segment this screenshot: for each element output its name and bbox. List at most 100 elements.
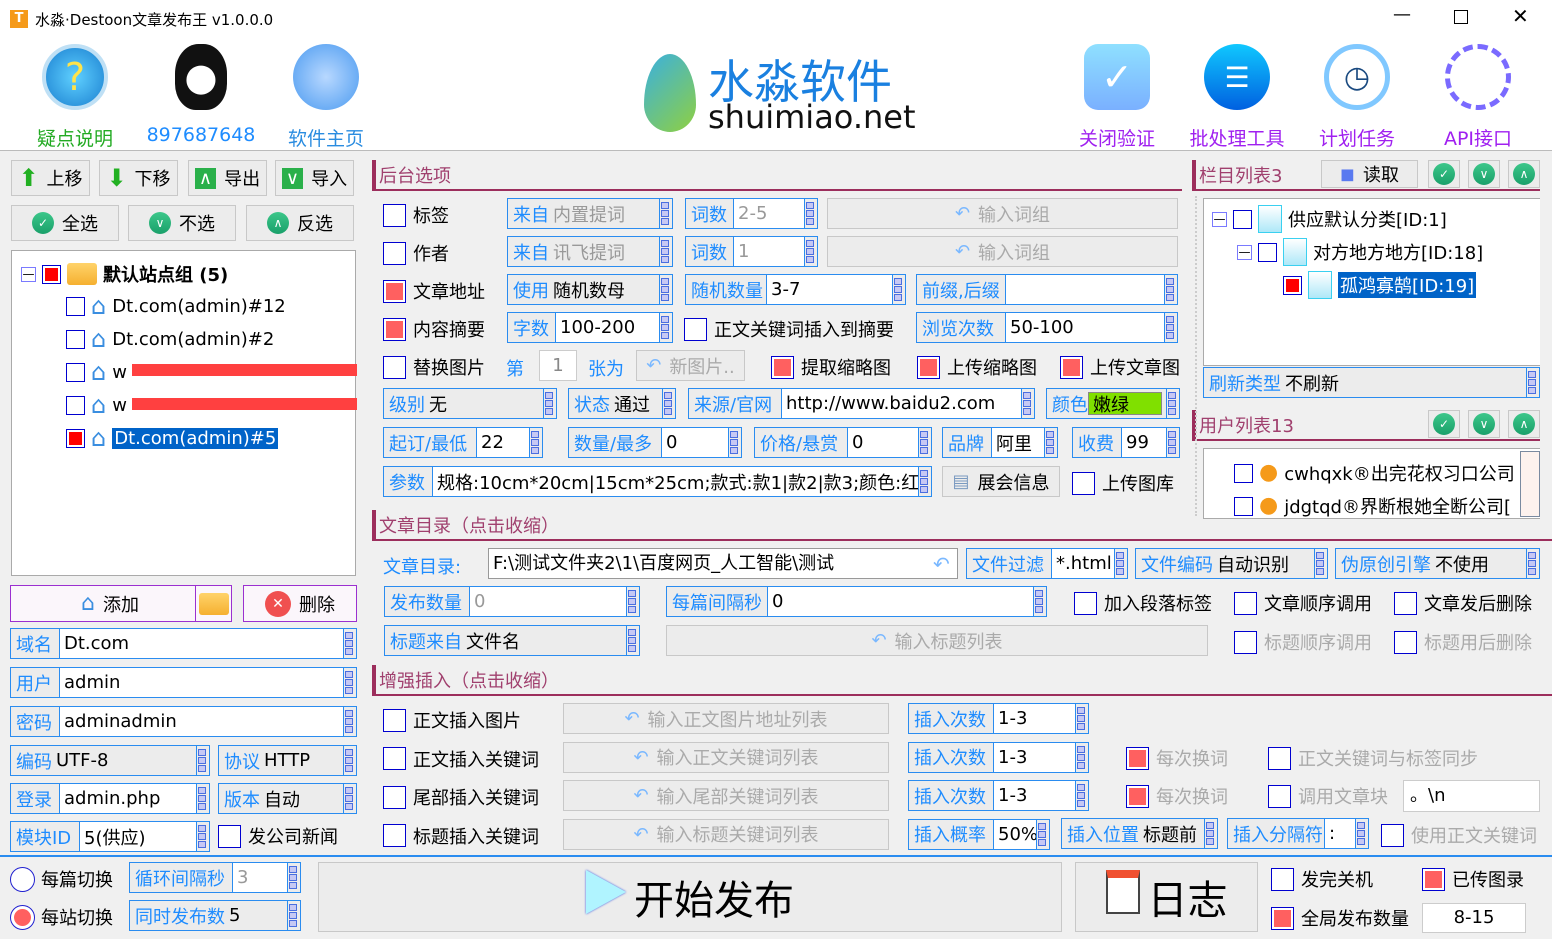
field-value[interactable]: 随机数母 (549, 275, 659, 304)
status-select[interactable]: 状态 通过 (568, 388, 676, 419)
file-filter-field[interactable]: 文件过滤 *.html (966, 548, 1128, 579)
checkbox-box[interactable] (383, 241, 406, 265)
spinner-handle[interactable] (343, 629, 354, 658)
checkbox-box[interactable] (1381, 823, 1404, 847)
publish-count-field[interactable]: 发布数量 0 (384, 586, 640, 617)
checkbox-box[interactable] (1394, 591, 1417, 615)
author-source-select[interactable]: 来自 讯飞提词 (507, 236, 673, 267)
checkbox-box[interactable] (383, 824, 406, 847)
batch-tool-button[interactable]: ☰ 批处理工具 (1182, 44, 1292, 151)
spinner-handle[interactable] (287, 901, 298, 930)
field-value[interactable]: 无 (425, 389, 543, 418)
field-value[interactable]: 文件名 (462, 626, 626, 655)
enhance-list-button[interactable]: ↶ 输入正文关键词列表 (563, 741, 889, 773)
user-list-scrollbar[interactable] (1520, 451, 1540, 517)
insert-times-field[interactable]: 插入次数 1-3 (908, 741, 1089, 773)
field-value[interactable]: 1 (733, 237, 804, 266)
tree-item[interactable]: — 默认站点组 (5) (21, 261, 228, 287)
fee-field[interactable]: 收费 99 (1072, 427, 1180, 458)
source-url-field[interactable]: 来源/官网 http://www.baidu2.com (688, 388, 1035, 419)
spinner-handle[interactable] (1355, 819, 1366, 848)
user-list[interactable]: ● cwhqxk®出完花权习口公司 ● jdgtqd®界断根她全断公司[ (1203, 448, 1540, 519)
params-field[interactable]: 参数 规格:10cm*20cm|15cm*25cm;款式:款1|款2|款3;颜色:… (383, 466, 932, 497)
field-value[interactable]: 22 (476, 428, 529, 457)
level-select[interactable]: 级别无 (383, 388, 557, 419)
title-source-select[interactable]: 标题来自 文件名 (384, 625, 640, 656)
field-value[interactable]: 0 (767, 587, 1033, 616)
start-publish-button[interactable]: 开始发布 (318, 862, 1062, 932)
tree-item[interactable]: — 对方地方地方[ID:18] (1237, 238, 1483, 266)
close-button[interactable]: ✕ (1512, 4, 1529, 28)
refresh-type-select[interactable]: 刷新类型 不刷新 (1203, 367, 1540, 398)
spinner-handle[interactable] (1204, 819, 1215, 848)
field-value[interactable]: 100-200 (555, 313, 659, 342)
field-value[interactable]: 嫩绿 (1088, 392, 1162, 415)
rewrite-engine-select[interactable]: 伪原创引擎 不使用 (1335, 548, 1540, 579)
move-down-button[interactable]: ⬇ 下移 (99, 160, 178, 196)
columns-down-button[interactable]: ∨ (1468, 160, 1500, 188)
summary-words-field[interactable]: 字数 100-200 (507, 312, 673, 343)
concurrent-count-field[interactable]: 同时发布数 5 (129, 900, 301, 931)
spinner-handle[interactable] (1021, 389, 1032, 418)
folder-button[interactable] (195, 586, 232, 621)
spinner-handle[interactable] (918, 428, 929, 457)
log-button[interactable]: 日志 (1075, 862, 1258, 932)
field-value[interactable]: *.html (1051, 549, 1114, 578)
field-value[interactable]: 标题前 (1139, 819, 1204, 848)
change-word-checkbox-1[interactable]: 每次换词 (1126, 745, 1228, 771)
schedule-button[interactable]: ◷ 计划任务 (1302, 44, 1412, 151)
spinner-handle[interactable] (196, 784, 207, 813)
encoding-select[interactable]: 编码 UTF-8 (10, 745, 210, 776)
tag-checkbox[interactable]: 标签 (383, 202, 449, 228)
site-label[interactable]: w (112, 395, 127, 416)
replace-image-checkbox[interactable]: 替换图片 (383, 354, 485, 380)
spinner-handle[interactable] (196, 822, 207, 851)
per-site-radio[interactable]: 每站切换 (10, 904, 113, 930)
field-value[interactable]: 1-3 (993, 742, 1075, 772)
title-list-button[interactable]: ↶ 输入标题列表 (666, 625, 1208, 656)
field-value[interactable]: 3 (232, 863, 287, 892)
enhance-list-button[interactable]: ↶ 输入尾部关键词列表 (563, 780, 889, 811)
select-none-button[interactable]: ∨ 不选 (128, 205, 236, 241)
tree-item[interactable]: ⌂ Dt.com(admin)#12 (66, 294, 286, 318)
spinner-handle[interactable] (343, 668, 354, 697)
checkbox-box[interactable] (1074, 591, 1097, 615)
upload-thumb-checkbox[interactable]: 上传缩略图 (917, 354, 1037, 380)
spinner-handle[interactable] (1075, 704, 1086, 733)
upload-gallery-checkbox[interactable]: 上传图库 (1072, 470, 1174, 496)
tree-item[interactable]: ⌂ Dt.com(admin)#2 (66, 327, 274, 351)
enhance-checkbox[interactable]: 标题插入关键词 (383, 823, 539, 849)
spinner-handle[interactable] (343, 746, 354, 775)
upload-article-image-checkbox[interactable]: 上传文章图 (1060, 354, 1180, 380)
field-value[interactable]: 内置提词 (549, 199, 659, 228)
checkbox-box[interactable] (1072, 471, 1095, 495)
spinner-handle[interactable] (804, 199, 815, 228)
field-value[interactable]: Dt.com (59, 629, 343, 658)
field-value[interactable]: 0 (847, 428, 918, 457)
spinner-handle[interactable] (1164, 275, 1175, 304)
per-article-radio[interactable]: 每篇切换 (10, 866, 113, 892)
collapse-toggle[interactable]: — (21, 266, 36, 282)
user-label[interactable]: cwhqxk®出完花权习口公司 (1284, 460, 1515, 486)
homepage-button[interactable]: 软件主页 (271, 44, 381, 151)
affix-field[interactable]: 前缀,后缀 (916, 274, 1178, 305)
spinner-handle[interactable] (1075, 781, 1086, 810)
recorded-images-checkbox[interactable]: 已传图录 (1422, 866, 1524, 892)
column-label[interactable]: 孤鸿寡鹄[ID:19] (1338, 272, 1477, 298)
checkbox-box[interactable] (383, 785, 406, 809)
tree-item[interactable]: ⌂ Dt.com(admin)#5 (66, 426, 279, 450)
checkbox-box[interactable] (1271, 867, 1294, 891)
checkbox-box[interactable] (1234, 591, 1257, 615)
tree-checkbox[interactable] (66, 395, 85, 415)
insert-times-field[interactable]: 插入次数 1-3 (908, 780, 1089, 811)
maximize-button[interactable] (1454, 10, 1468, 24)
checkbox-box[interactable] (771, 355, 794, 379)
column-tree[interactable]: — 供应默认分类[ID:1] — 对方地方地方[ID:18] 孤鸿寡鹄[ID:19] (1203, 198, 1540, 366)
import-button[interactable]: ∨ 导入 (275, 160, 354, 196)
field-value[interactable]: 阿里 (991, 428, 1044, 457)
checkbox-box[interactable] (917, 355, 940, 379)
domain-field[interactable]: 域名 Dt.com (10, 628, 357, 659)
checkbox-box[interactable] (684, 317, 707, 341)
spinner-handle[interactable] (1526, 368, 1537, 397)
field-value[interactable]: 不刷新 (1281, 368, 1526, 397)
